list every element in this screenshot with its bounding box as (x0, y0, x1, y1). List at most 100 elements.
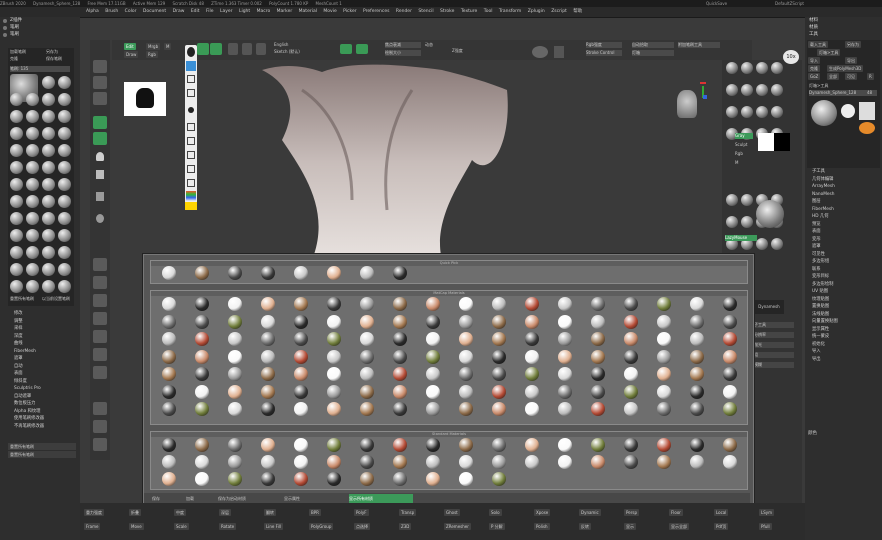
zsub-button[interactable] (356, 44, 368, 54)
material-ball[interactable] (723, 297, 737, 311)
show-all-materials-button[interactable]: 显示所有材质 (349, 494, 413, 503)
edit-mode-icon[interactable] (197, 43, 209, 55)
bottom-button[interactable]: 显示全部 (669, 523, 689, 530)
material-ball[interactable] (195, 402, 209, 416)
material-ball[interactable] (228, 472, 242, 486)
yellow-swatch[interactable] (185, 202, 197, 210)
material-ball[interactable] (294, 314, 308, 329)
list-item[interactable]: 倾斜度 (10, 378, 78, 386)
rectangle-select-icon[interactable] (187, 75, 195, 83)
material-ball[interactable] (261, 402, 275, 416)
material-ball[interactable] (393, 472, 407, 486)
symmetry-icon[interactable] (532, 46, 548, 58)
bottom-button[interactable]: Pfull (759, 523, 772, 530)
brush-icon[interactable] (26, 127, 39, 140)
export-button[interactable]: 导出 (845, 57, 857, 64)
brush-icon[interactable] (42, 263, 55, 276)
shelf-brush-button[interactable] (93, 60, 107, 73)
scale-mode-icon[interactable] (242, 43, 252, 55)
preview-icon[interactable] (726, 194, 738, 206)
material-ball[interactable] (558, 314, 572, 329)
material-ball[interactable] (591, 455, 605, 469)
brush-icon[interactable] (26, 144, 39, 157)
material-ball[interactable] (492, 349, 506, 364)
auto-pick-slider[interactable]: 自动拾取 (632, 42, 674, 48)
material-ball[interactable] (294, 332, 308, 346)
material-ball[interactable] (393, 367, 407, 381)
menu-file[interactable]: File (206, 9, 214, 14)
material-ball[interactable] (195, 314, 209, 329)
reset-brushes-button-2[interactable]: 重置所有笔刷 (8, 451, 76, 458)
tool-list-item[interactable]: 图层 (808, 198, 882, 206)
material-ball[interactable] (459, 332, 473, 346)
material-ball[interactable] (228, 367, 242, 381)
blur-slider[interactable]: 模糊 (754, 362, 794, 368)
material-ball[interactable] (492, 332, 506, 346)
brush-icon[interactable] (10, 93, 23, 106)
shelf-stroke-button[interactable] (93, 76, 107, 89)
bottom-button[interactable]: Move (129, 523, 144, 530)
tool-list-item[interactable]: FiberMesh (808, 206, 882, 214)
material-ball[interactable] (294, 297, 308, 311)
tool-list-item[interactable]: 导入 (808, 348, 882, 356)
list-item[interactable]: 使用笔刷修改器 (10, 415, 78, 423)
menu-zplugin[interactable]: Zplugin (528, 9, 545, 14)
material-ball[interactable] (591, 332, 605, 346)
preview-icon[interactable] (771, 84, 783, 96)
bottom-button[interactable]: BPR (309, 509, 321, 516)
bottom-button[interactable]: Transp (399, 509, 417, 516)
material-ball[interactable] (360, 384, 374, 399)
secondary-color-swatch[interactable] (774, 133, 790, 151)
material-ball[interactable] (228, 332, 242, 346)
material-ball[interactable] (723, 402, 737, 416)
material-ball[interactable] (492, 472, 506, 486)
tool-header[interactable]: 工具 (805, 31, 882, 38)
material-ball[interactable] (294, 472, 308, 486)
simple-brush-icon[interactable] (859, 122, 875, 134)
shelf-mask-brush[interactable] (93, 402, 107, 415)
list-item[interactable]: 数位板压力 (10, 400, 78, 408)
import-button[interactable]: 导入 (808, 57, 820, 64)
material-ball[interactable] (459, 455, 473, 469)
tool-list-item[interactable]: 置换贴图 (808, 303, 882, 311)
tool-list-item[interactable]: UV 贴图 (808, 288, 882, 296)
material-ball[interactable] (624, 297, 638, 311)
bottom-button[interactable]: LSym (759, 509, 775, 516)
menu-zscript[interactable]: Zscript (551, 9, 567, 14)
move-mode-icon[interactable] (228, 43, 238, 55)
r-button[interactable]: R (867, 73, 874, 80)
shelf-figure-icon[interactable] (93, 150, 107, 163)
material-ball[interactable] (327, 314, 341, 329)
goz-button[interactable]: GoZ (808, 73, 821, 80)
bottom-button[interactable]: Rotate (219, 523, 237, 530)
material-ball[interactable] (657, 332, 671, 346)
menu-transform[interactable]: Transform (499, 9, 521, 14)
material-ball[interactable] (327, 266, 341, 280)
list-item[interactable]: 深度 (10, 333, 78, 341)
material-ball[interactable] (426, 314, 440, 329)
menu-picker[interactable]: Picker (343, 9, 356, 14)
draw-mode-icon[interactable] (210, 43, 222, 55)
material-ball[interactable] (492, 384, 506, 399)
material-ball[interactable] (195, 438, 209, 452)
lasso-icon[interactable] (187, 89, 195, 97)
tool-list-item[interactable]: 变形 (808, 236, 882, 244)
material-ball[interactable] (492, 297, 506, 311)
dynamesh-button[interactable]: Dynamesh (754, 300, 784, 314)
camera-icon[interactable] (187, 165, 195, 173)
bottom-button[interactable]: Z3D (399, 523, 412, 530)
navigation-thumbnail[interactable] (124, 82, 166, 116)
material-ball[interactable] (624, 402, 638, 416)
list-item[interactable]: 调整 (10, 318, 78, 326)
save-as-button[interactable]: 另存为 (845, 41, 861, 48)
color-swatch-icon[interactable] (186, 191, 196, 201)
material-ball[interactable] (393, 332, 407, 346)
brush-icon[interactable] (58, 229, 71, 242)
material-ball[interactable] (426, 384, 440, 399)
material-ball[interactable] (459, 297, 473, 311)
tool-list-item[interactable]: 导出 (808, 356, 882, 364)
preview-icon[interactable] (726, 216, 738, 228)
material-ball[interactable] (624, 384, 638, 399)
material-ball[interactable] (162, 297, 176, 311)
bottom-button[interactable]: P 分解 (489, 523, 505, 530)
